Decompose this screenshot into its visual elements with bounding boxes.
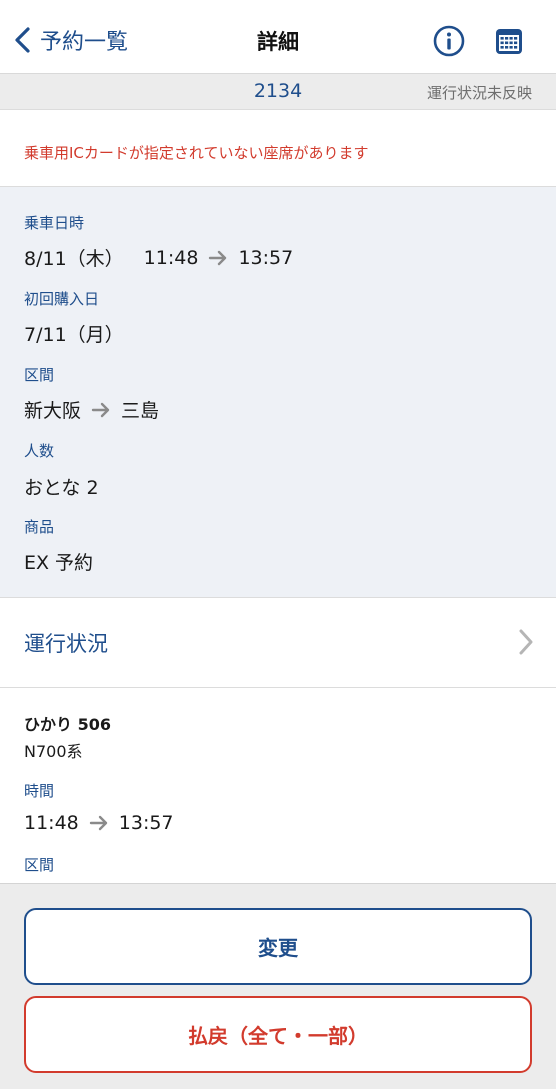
ride-datetime-value: 8/11（木） 11:48 13:57: [24, 244, 293, 271]
running-status-note: 運行状況未反映: [426, 84, 532, 102]
action-bar: 変更 払戻（全て・一部）: [0, 883, 556, 1089]
ride-datetime-label: 乗車日時: [24, 214, 85, 232]
train-time-label: 時間: [24, 782, 55, 800]
running-status-label: 運行状況: [24, 632, 108, 656]
navigation-bar: 予約一覧 詳細: [0, 0, 556, 74]
arrow-right-icon: [91, 402, 110, 417]
people-label: 人数: [24, 442, 55, 460]
page-title: 詳細: [257, 30, 299, 54]
train-time-value: 11:48 13:57: [24, 812, 174, 834]
train-arrive-time: 13:57: [118, 812, 174, 834]
reservation-status-strip: 2134 運行状況未反映: [0, 74, 556, 110]
warning-message: 乗車用ICカードが指定されていない座席があります: [24, 144, 369, 162]
section-from: 新大阪: [24, 400, 82, 422]
refund-button[interactable]: 払戻（全て・一部）: [24, 996, 532, 1073]
ic-card-warning: 乗車用ICカードが指定されていない座席があります: [0, 110, 556, 187]
train-name: ひかり 506: [24, 715, 111, 734]
ride-date: 8/11（木）: [24, 248, 124, 270]
first-purchase-label: 初回購入日: [24, 290, 100, 308]
info-icon[interactable]: [432, 24, 466, 58]
section-value: 新大阪 三島: [24, 396, 159, 423]
train-type: N700系: [24, 742, 83, 761]
train-info: ひかり 506 N700系 時間 11:48 13:57 区間: [0, 688, 556, 883]
first-purchase-value: 7/11（月）: [24, 324, 124, 346]
calendar-icon[interactable]: [492, 24, 526, 58]
running-status-row[interactable]: 運行状況: [0, 598, 556, 688]
section-to: 三島: [121, 400, 160, 422]
product-label: 商品: [24, 518, 55, 536]
ride-arrive-time: 13:57: [238, 246, 294, 269]
people-value: おとな 2: [24, 477, 99, 499]
arrow-right-icon: [89, 815, 107, 831]
section-label: 区間: [24, 366, 55, 384]
reservation-details: 乗車日時 8/11（木） 11:48 13:57 初回購入日 7/11（月） 区…: [0, 187, 556, 598]
train-depart-time: 11:48: [24, 812, 79, 834]
arrow-right-icon: [209, 250, 227, 265]
train-section-label: 区間: [24, 856, 55, 874]
ride-depart-time: 11:48: [143, 246, 199, 269]
chevron-right-icon: [519, 629, 533, 655]
product-value: EX 予約: [24, 552, 94, 574]
change-button[interactable]: 変更: [24, 908, 532, 985]
